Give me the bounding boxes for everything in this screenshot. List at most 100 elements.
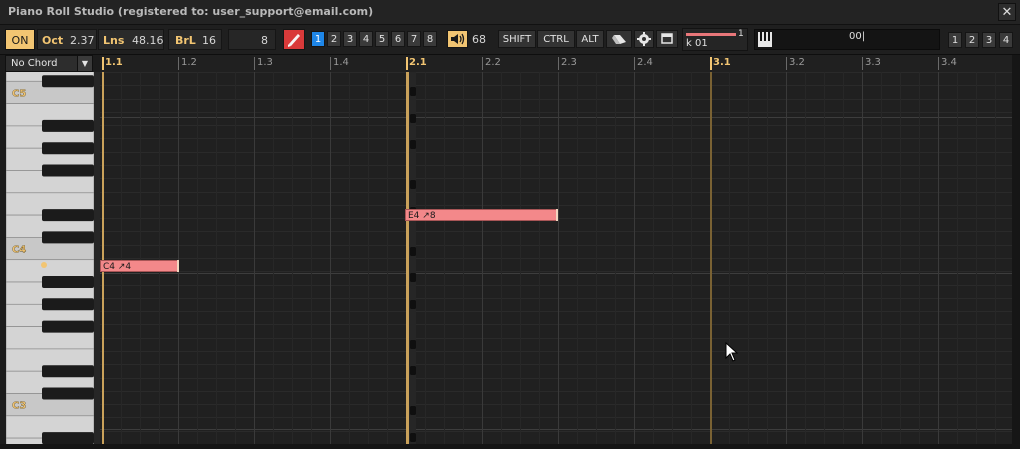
ctrl-modifier-button[interactable]: CTRL — [537, 30, 575, 48]
ruler-label: 2.3 — [561, 57, 577, 68]
note-e4-label: E4 ↗8 — [408, 211, 436, 221]
piano-keyboard[interactable]: C5 C4 C3 — [6, 72, 95, 444]
oct-value: 2.37 — [70, 34, 95, 47]
playhead-shadow — [409, 72, 416, 444]
channel-3-button[interactable]: 3 — [343, 31, 357, 47]
ruler-tick — [330, 57, 331, 70]
note-e4-resize-handle[interactable] — [556, 209, 558, 221]
channel-1-button[interactable]: 1 — [311, 31, 325, 47]
slot-4-button[interactable]: 4 — [999, 32, 1013, 48]
key-shadow-marker — [410, 433, 416, 442]
timeline-ruler[interactable]: 1.1 1.2 1.3 1.4 2.1 2.2 2.3 2.4 3.1 3.2 3.3 3.4 — [100, 55, 1012, 73]
ruler-tick — [862, 57, 863, 70]
black-key[interactable] — [42, 75, 94, 88]
black-key[interactable] — [42, 209, 94, 222]
root-note-marker — [41, 262, 47, 268]
octave-control[interactable]: Oct 2.37 — [37, 29, 97, 50]
track-display[interactable]: 1 k 01 — [682, 28, 748, 51]
ruler-label: 1.1 — [105, 57, 123, 68]
ruler-label: 2.1 — [409, 57, 427, 68]
ruler-label: 3.4 — [941, 57, 957, 68]
shift-modifier-button[interactable]: SHIFT — [498, 30, 536, 48]
key-shadow-marker — [410, 247, 416, 256]
key-shadow-marker — [410, 273, 416, 282]
ruler-tick — [710, 57, 712, 70]
black-key[interactable] — [42, 320, 94, 333]
note-e4[interactable]: E4 ↗8 — [405, 209, 558, 221]
ruler-label: 2.4 — [637, 57, 653, 68]
ruler-label: 1.3 — [257, 57, 273, 68]
bar-line — [406, 72, 409, 444]
vertical-scrollbar[interactable] — [1012, 55, 1020, 449]
ruler-label: 3.1 — [713, 57, 731, 68]
track-number: 1 — [738, 29, 744, 39]
black-key[interactable] — [42, 432, 94, 444]
black-key[interactable] — [42, 387, 94, 400]
ruler-tick — [634, 57, 635, 70]
channel-6-button[interactable]: 6 — [391, 31, 405, 47]
alt-modifier-button[interactable]: ALT — [576, 30, 604, 48]
key-shadow-marker — [410, 87, 416, 96]
note-grid[interactable]: C4 ↗4 E4 ↗8 — [100, 72, 1012, 444]
oct-label: Oct — [42, 34, 64, 47]
key-shadow-marker — [410, 340, 416, 349]
ruler-label: 3.2 — [789, 57, 805, 68]
eraser-icon — [612, 35, 626, 44]
window-icon — [661, 33, 673, 44]
black-key[interactable] — [42, 365, 94, 378]
on-toggle-button[interactable]: ON — [5, 29, 35, 50]
bar-line — [710, 72, 712, 444]
volume-button[interactable] — [447, 30, 468, 48]
pencil-tool-button[interactable] — [283, 29, 305, 50]
chevron-down-icon[interactable]: ▼ — [77, 56, 92, 71]
window-title: Piano Roll Studio (registered to: user_s… — [8, 5, 374, 18]
octave-label: C3 — [12, 401, 26, 412]
ruler-tick — [938, 57, 939, 70]
black-key[interactable] — [42, 231, 94, 244]
key-shadow-marker — [410, 140, 416, 149]
ruler-tick — [102, 57, 104, 70]
black-key[interactable] — [42, 142, 94, 155]
key-shadow-marker — [410, 406, 416, 415]
black-key[interactable] — [42, 164, 94, 177]
ruler-tick — [178, 57, 179, 70]
slot-2-button[interactable]: 2 — [965, 32, 979, 48]
ruler-tick — [254, 57, 255, 70]
chord-select[interactable]: No Chord ▼ — [5, 55, 93, 72]
close-button[interactable]: ✕ — [998, 3, 1016, 21]
ruler-label: 1.4 — [333, 57, 349, 68]
ruler-tick — [558, 57, 559, 70]
slot-1-button[interactable]: 1 — [948, 32, 962, 48]
channel-8-button[interactable]: 8 — [423, 31, 437, 47]
window-mode-button[interactable] — [656, 30, 678, 48]
note-c4-resize-handle[interactable] — [177, 260, 179, 272]
note-c4[interactable]: C4 ↗4 — [100, 260, 179, 272]
ruler-tick — [786, 57, 787, 70]
ruler-tick — [482, 57, 483, 70]
black-key[interactable] — [42, 298, 94, 311]
track-level-bar — [686, 33, 736, 36]
slot-3-button[interactable]: 3 — [982, 32, 996, 48]
channel-2-button[interactable]: 2 — [327, 31, 341, 47]
settings-button[interactable] — [634, 30, 654, 48]
chord-select-value: No Chord — [11, 58, 58, 69]
channel-4-button[interactable]: 4 — [359, 31, 373, 47]
channel-7-button[interactable]: 7 — [407, 31, 421, 47]
lns-value: 48.16 — [132, 34, 164, 47]
ruler-tick — [406, 57, 408, 70]
bar-length-control[interactable]: BrL 16 — [168, 29, 222, 50]
brl-value: 16 — [202, 34, 216, 47]
channel-5-button[interactable]: 5 — [375, 31, 389, 47]
keyboard-value: 00| — [849, 31, 866, 42]
eraser-tool-button[interactable] — [606, 30, 632, 48]
quantize-value: 8 — [261, 34, 268, 47]
horizontal-scrollbar[interactable] — [0, 444, 1012, 449]
black-key[interactable] — [42, 276, 94, 288]
lines-control[interactable]: Lns 48.16 — [98, 29, 164, 50]
keyboard-display[interactable]: 00| — [754, 29, 940, 50]
volume-value: 68 — [472, 33, 486, 46]
quantize-field[interactable]: 8 — [228, 29, 276, 50]
black-key[interactable] — [42, 119, 94, 132]
note-c4-label: C4 ↗4 — [103, 262, 132, 272]
octave-label: C5 — [12, 88, 26, 99]
